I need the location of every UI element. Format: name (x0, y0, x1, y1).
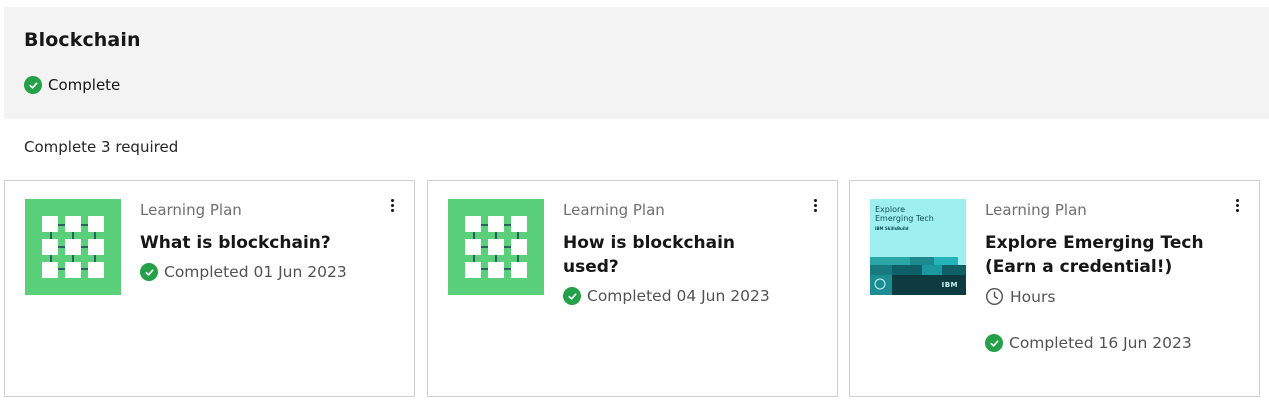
learning-plan-card[interactable]: Explore Emerging Tech IBM SkillsBuild IBM… (849, 180, 1260, 397)
completed-label: Completed 01 Jun 2023 (164, 263, 347, 281)
requirement-text: Complete 3 required (24, 138, 179, 156)
plan-header: Blockchain Complete (4, 7, 1269, 119)
page-title: Blockchain (24, 29, 141, 51)
blockchain-grid-icon (448, 199, 544, 295)
completion-date: Completed 01 Jun 2023 (140, 263, 347, 281)
blockchain-grid-icon (25, 199, 121, 295)
completion-date: Completed 04 Jun 2023 (563, 287, 770, 305)
overflow-menu-icon[interactable] (1229, 195, 1245, 215)
learning-plan-card[interactable]: Learning Plan How is blockchain used? Co… (427, 180, 838, 397)
ibm-logo: IBM (941, 281, 958, 289)
duration-label: Hours (1010, 287, 1056, 306)
completed-label: Completed 04 Jun 2023 (587, 287, 770, 305)
status-label: Complete (48, 76, 121, 94)
check-circle-icon (563, 287, 581, 305)
overflow-menu-icon[interactable] (384, 195, 400, 215)
card-title[interactable]: Explore Emerging Tech (Earn a credential… (985, 231, 1210, 279)
check-circle-icon (140, 263, 158, 281)
check-circle-icon (24, 76, 42, 94)
completion-status: Complete (24, 76, 120, 94)
course-thumbnail: Explore Emerging Tech IBM SkillsBuild IBM (870, 199, 966, 295)
card-title[interactable]: What is blockchain? (140, 231, 345, 255)
overflow-menu-icon[interactable] (807, 195, 823, 215)
learning-plan-card[interactable]: Learning Plan What is blockchain? Comple… (4, 180, 415, 397)
clock-icon (985, 287, 1004, 306)
card-type: Learning Plan (140, 201, 242, 219)
duration: Hours (985, 287, 1055, 306)
check-circle-icon (985, 334, 1003, 352)
completed-label: Completed 16 Jun 2023 (1009, 334, 1192, 352)
completion-date: Completed 16 Jun 2023 (985, 334, 1192, 352)
card-type: Learning Plan (563, 201, 665, 219)
card-title[interactable]: How is blockchain used? (563, 231, 738, 279)
card-type: Learning Plan (985, 201, 1087, 219)
